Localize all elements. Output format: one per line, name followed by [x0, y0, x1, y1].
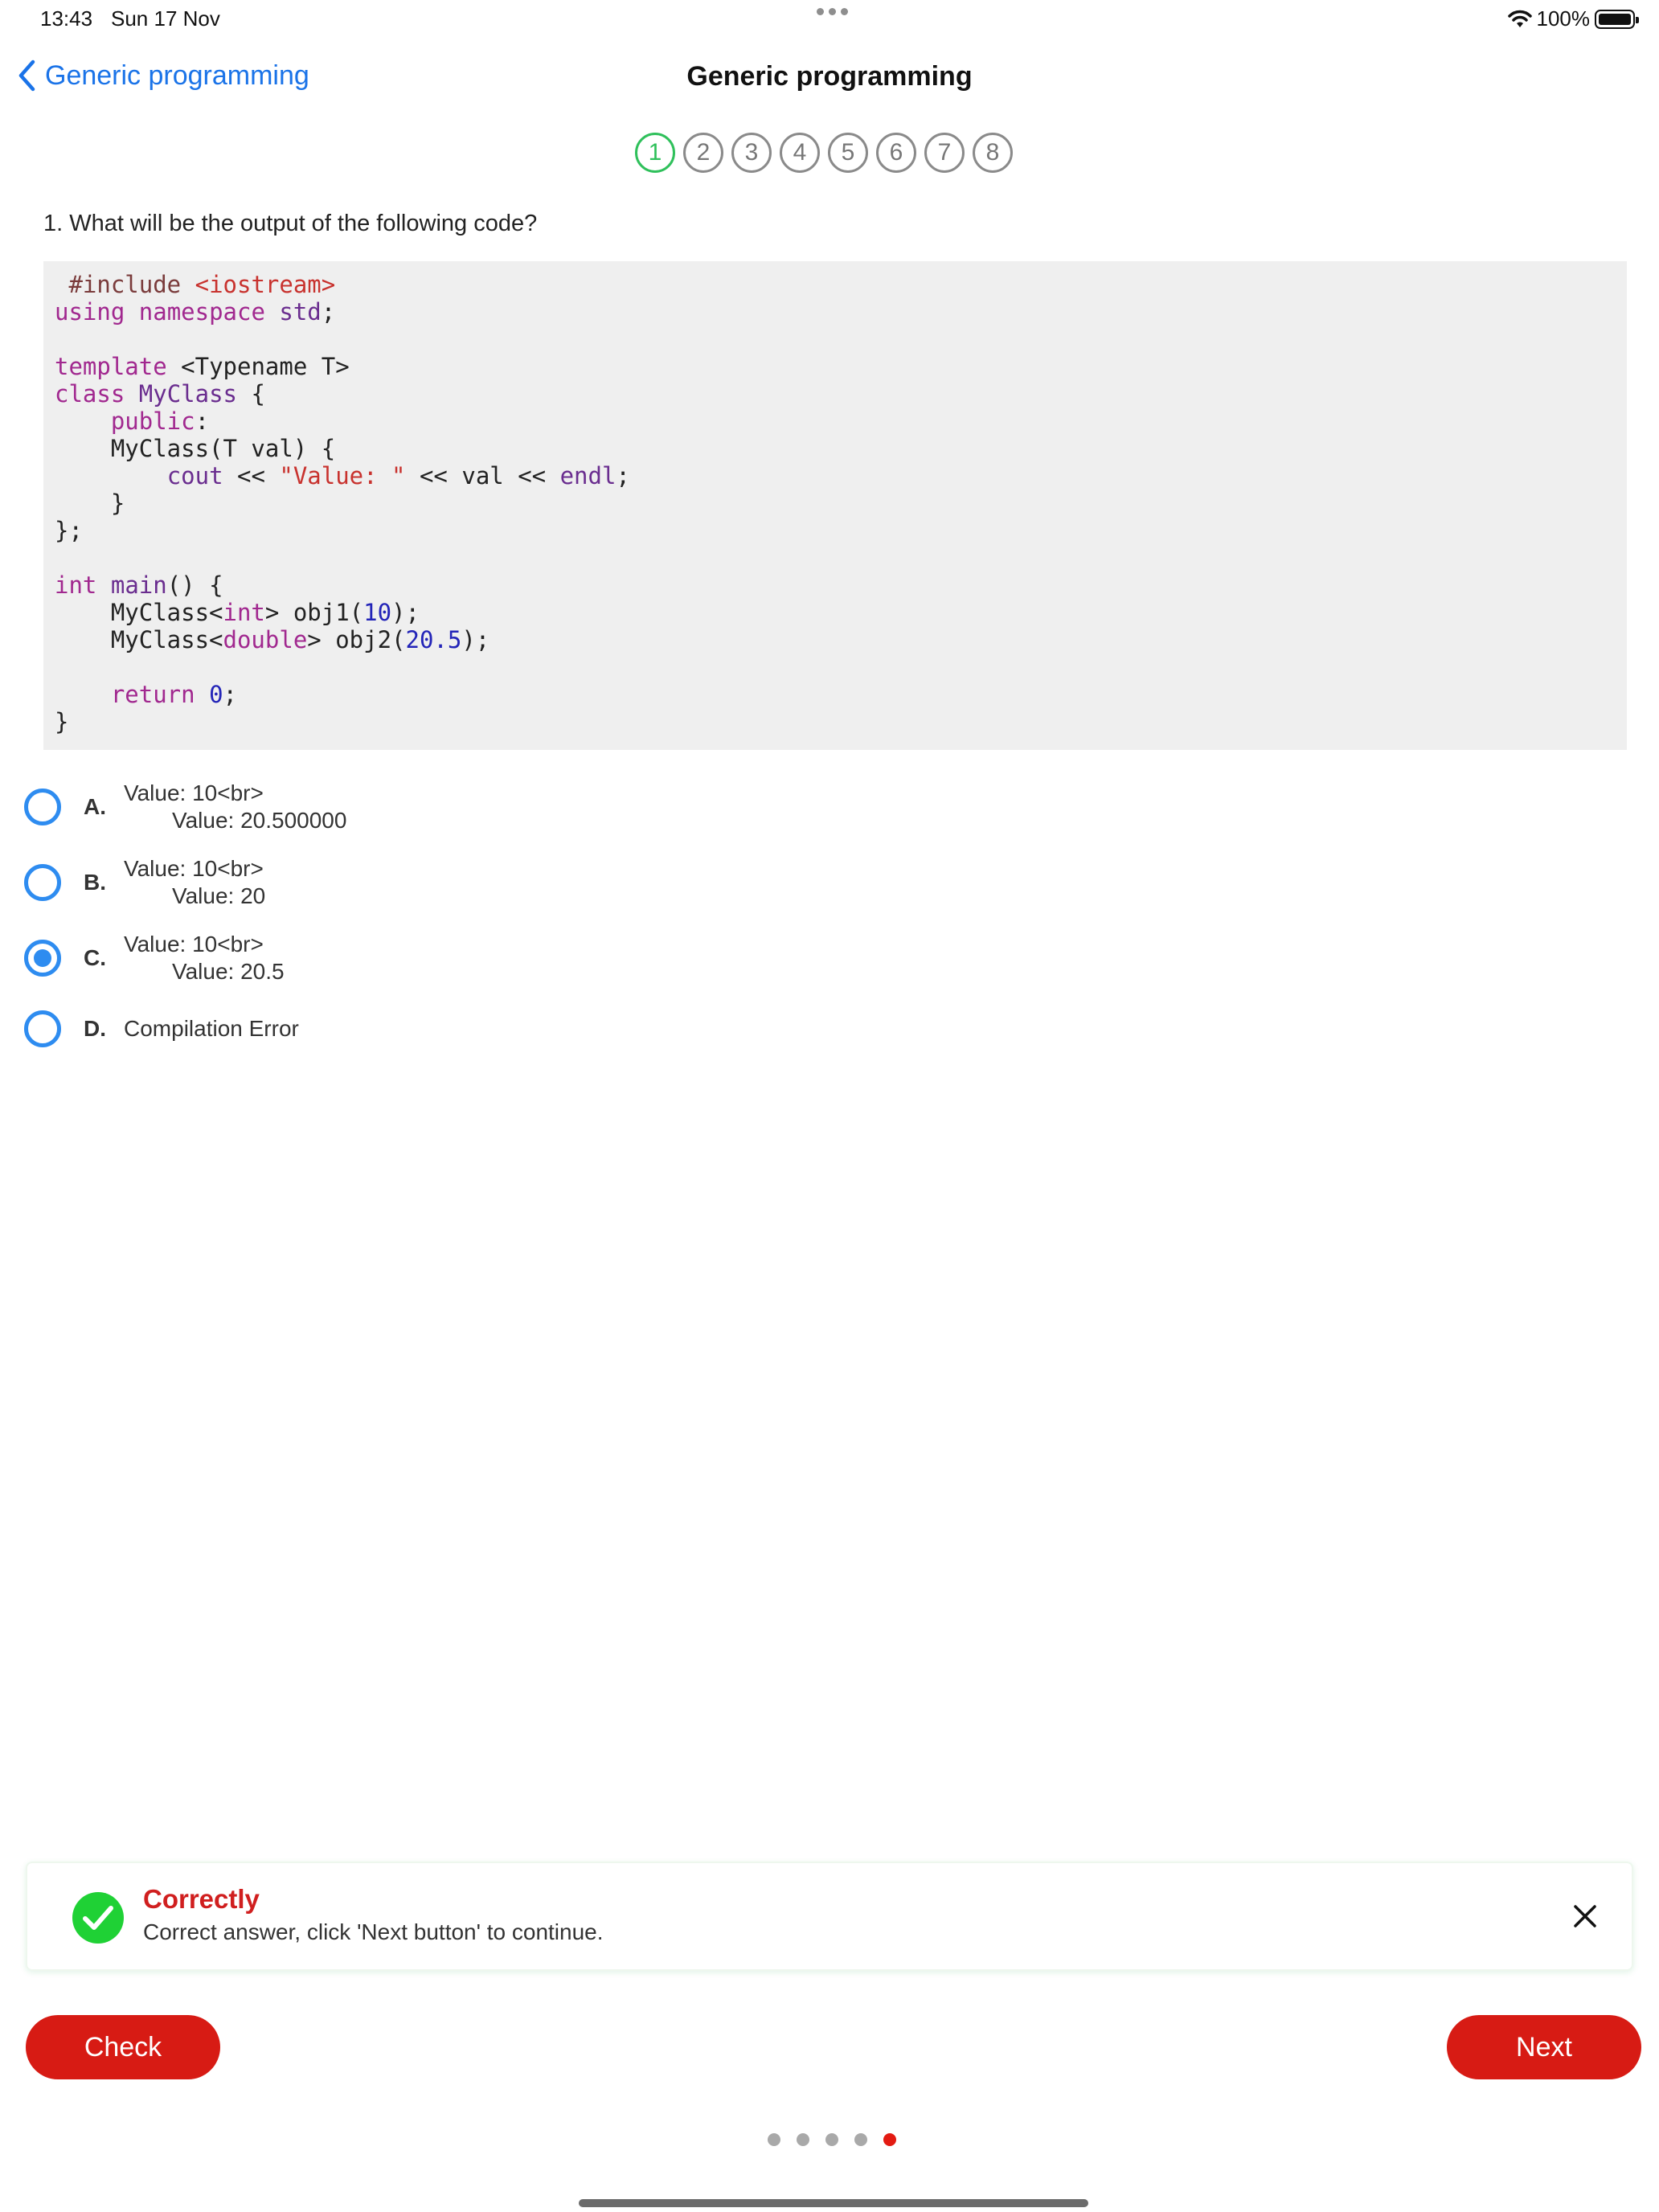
multitasking-dots-icon[interactable]: [817, 8, 848, 15]
step-8[interactable]: 8: [973, 133, 1013, 173]
option-b[interactable]: B. Value: 10<br> Value: 20: [24, 855, 265, 910]
status-time: 13:43: [40, 6, 93, 31]
question-steps: 1 2 3 4 5 6 7 8: [635, 133, 1013, 173]
radio-button-selected[interactable]: [24, 940, 61, 977]
feedback-message: Correct answer, click 'Next button' to c…: [143, 1919, 604, 1944]
home-indicator[interactable]: [579, 2199, 1088, 2207]
option-text-line1: Compilation Error: [124, 1016, 299, 1041]
battery-percent: 100%: [1536, 6, 1591, 31]
option-text-line2: Value: 20.500000: [172, 808, 347, 833]
option-text-line2: Value: 20.5: [172, 959, 285, 984]
status-indicators: 100%: [1507, 6, 1639, 31]
option-letter: A.: [84, 794, 106, 819]
option-text: Value: 10<br> Value: 20.5: [124, 931, 285, 985]
code-content: #include <iostream> using namespace std;…: [55, 271, 630, 735]
step-1[interactable]: 1: [635, 133, 675, 173]
page-dot-active: [883, 2133, 896, 2146]
option-text-line1: Value: 10<br>: [124, 856, 264, 881]
success-check-icon: [72, 1892, 124, 1944]
page-dot: [797, 2133, 809, 2146]
page-dot: [768, 2133, 780, 2146]
battery-icon: [1595, 9, 1639, 29]
option-d[interactable]: D. Compilation Error: [24, 1010, 299, 1047]
page-title: Generic programming: [686, 61, 973, 92]
step-3[interactable]: 3: [731, 133, 772, 173]
step-5[interactable]: 5: [828, 133, 868, 173]
code-block: #include <iostream> using namespace std;…: [43, 261, 1627, 750]
check-button[interactable]: Check: [26, 2015, 220, 2079]
wifi-icon: [1507, 10, 1532, 27]
page-dot: [825, 2133, 838, 2146]
feedback-title: Correctly: [143, 1884, 260, 1914]
option-text-line2: Value: 20: [172, 883, 266, 908]
option-letter: D.: [84, 1016, 106, 1041]
option-text-line1: Value: 10<br>: [124, 932, 264, 956]
option-text: Value: 10<br> Value: 20.500000: [124, 780, 346, 834]
radio-button[interactable]: [24, 789, 61, 825]
option-text: Compilation Error: [124, 1015, 299, 1043]
step-6[interactable]: 6: [876, 133, 916, 173]
feedback-banner: Correctly Correct answer, click 'Next bu…: [26, 1862, 1633, 1971]
close-icon[interactable]: [1569, 1900, 1601, 1932]
status-date: Sun 17 Nov: [111, 6, 220, 31]
page-indicator: [768, 2133, 896, 2146]
next-button[interactable]: Next: [1447, 2015, 1641, 2079]
radio-button[interactable]: [24, 864, 61, 901]
step-2[interactable]: 2: [683, 133, 723, 173]
option-a[interactable]: A. Value: 10<br> Value: 20.500000: [24, 780, 346, 834]
page-dot: [854, 2133, 867, 2146]
step-7[interactable]: 7: [924, 133, 965, 173]
step-4[interactable]: 4: [780, 133, 820, 173]
option-letter: B.: [84, 870, 106, 895]
radio-button[interactable]: [24, 1010, 61, 1047]
option-text: Value: 10<br> Value: 20: [124, 855, 265, 910]
question-text: 1. What will be the output of the follow…: [43, 211, 538, 236]
option-c[interactable]: C. Value: 10<br> Value: 20.5: [24, 931, 285, 985]
option-letter: C.: [84, 945, 106, 970]
option-text-line1: Value: 10<br>: [124, 780, 264, 805]
